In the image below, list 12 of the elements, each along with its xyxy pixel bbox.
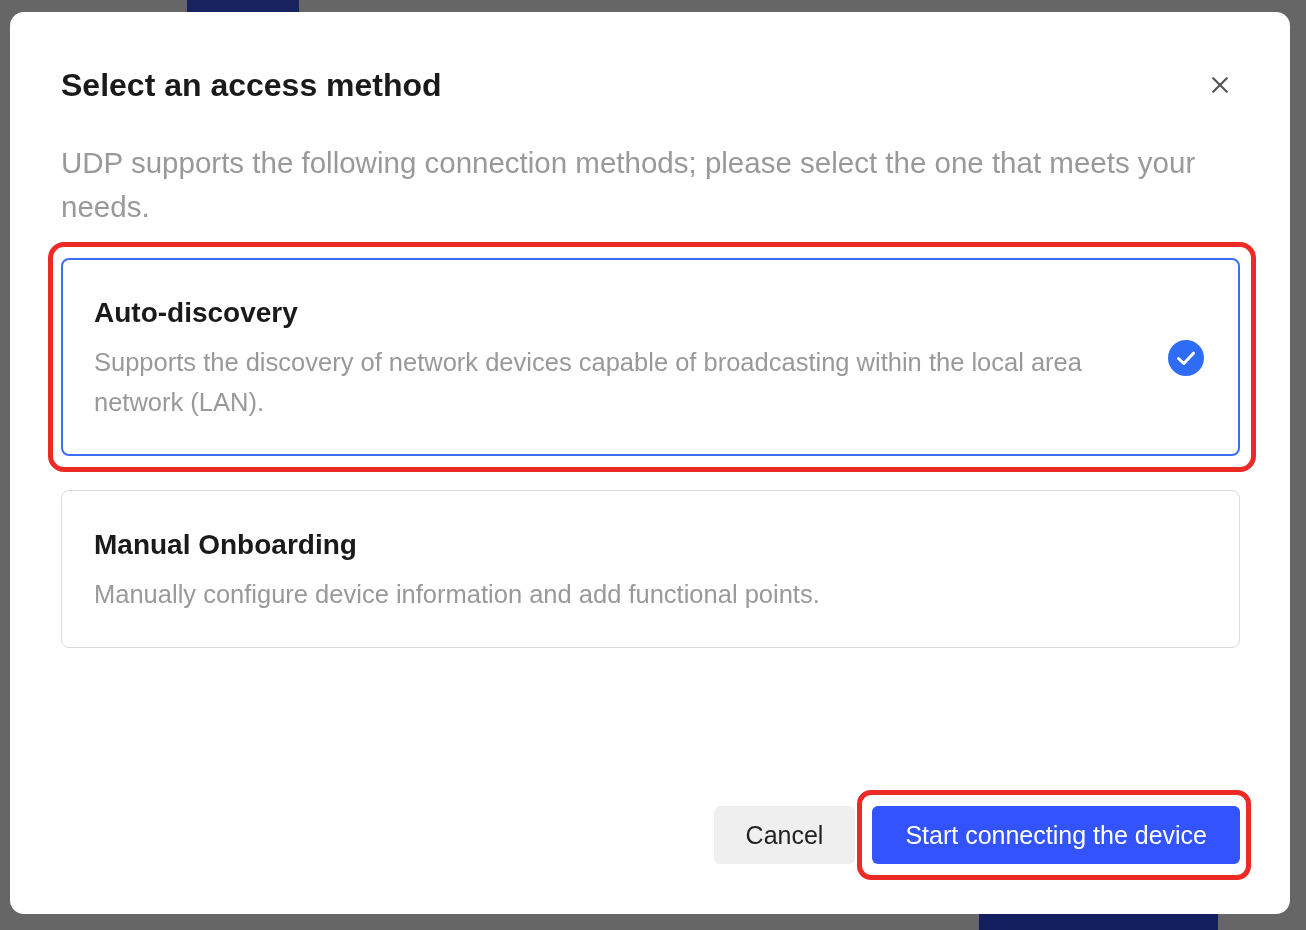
option-card[interactable]: Manual Onboarding Manually configure device information and add functional points. <box>61 490 1240 648</box>
option-title: Auto-discovery <box>94 296 299 330</box>
dialog-title: Select an access method <box>61 66 442 105</box>
connect-button[interactable]: Start connecting the device <box>872 806 1240 864</box>
cancel-button[interactable]: Cancel <box>713 806 856 864</box>
close-icon[interactable] <box>1212 77 1228 93</box>
option-description: Manually configure device information and add functional points. <box>94 579 821 610</box>
option-card[interactable]: Auto-discovery Supports the discovery of network devices capable of broadcasting within the local area network (LAN). <box>61 258 1240 456</box>
dialog-description: UDP supports the following connection methods; please select the one that meets your needs. <box>61 145 1197 225</box>
check-icon <box>1168 339 1204 376</box>
option-description: Supports the discovery of network devices capable of broadcasting within the local area network (LAN). <box>94 347 1083 418</box>
option-title: Manual Onboarding <box>94 528 358 562</box>
